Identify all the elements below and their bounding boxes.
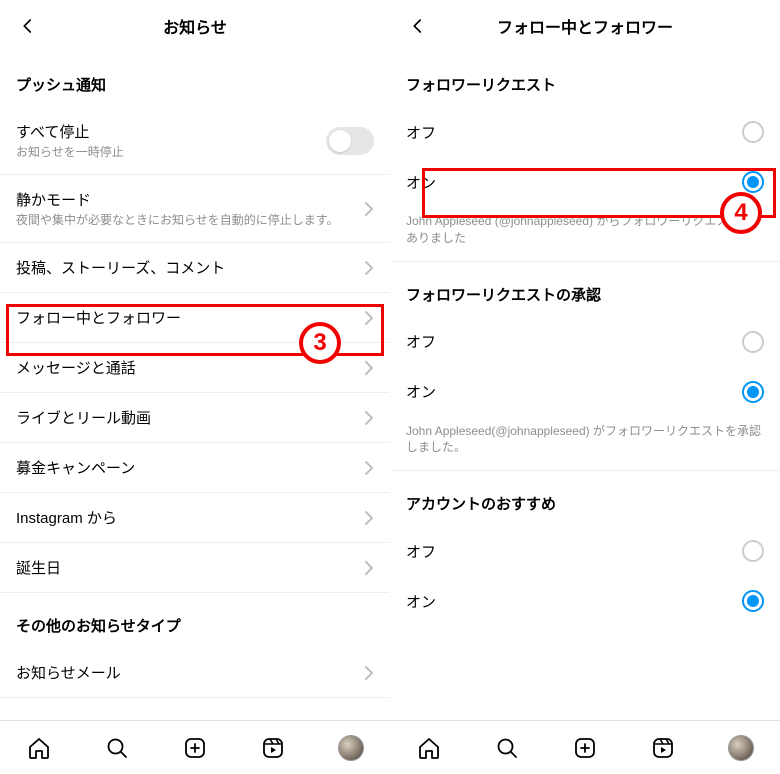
pause-all-toggle[interactable] (326, 127, 374, 155)
row-quiet-mode[interactable]: 静かモード 夜間や集中が必要なときにお知らせを自動的に停止します。 (0, 175, 390, 243)
radio-row-suggest-off[interactable]: オフ (390, 526, 780, 576)
option-label-off: オフ (406, 541, 742, 562)
search-tab[interactable] (494, 735, 520, 761)
back-button[interactable] (402, 10, 434, 42)
reels-tab[interactable] (650, 735, 676, 761)
radio-row-suggest-on[interactable]: オン (390, 576, 780, 626)
page-title: お知らせ (0, 14, 390, 38)
chevron-right-icon (364, 260, 374, 276)
home-tab[interactable] (26, 735, 52, 761)
radio-row-follower-req-on[interactable]: オン (390, 157, 780, 207)
tabbar-left (0, 720, 390, 774)
left-header: お知らせ (0, 0, 390, 52)
chevron-right-icon (364, 510, 374, 526)
home-tab[interactable] (416, 735, 442, 761)
tabbar-right (390, 720, 780, 774)
section-request-approval: フォロワーリクエストの承認 (390, 262, 780, 317)
option-label-on: オン (406, 591, 742, 612)
row-posts-stories[interactable]: 投稿、ストーリーズ、コメント (0, 243, 390, 293)
option-label-on: オン (406, 381, 742, 402)
chevron-left-icon (409, 17, 427, 35)
create-tab[interactable] (182, 735, 208, 761)
footer (0, 720, 780, 774)
row-from-instagram[interactable]: Instagram から (0, 493, 390, 543)
row-fundraising[interactable]: 募金キャンペーン (0, 443, 390, 493)
section-account-suggestions: アカウントのおすすめ (390, 471, 780, 526)
chevron-right-icon (364, 201, 374, 217)
approval-desc: John Appleseed(@johnappleseed) がフォロワーリクエ… (390, 417, 780, 472)
chevron-right-icon (364, 410, 374, 426)
search-icon (105, 736, 129, 760)
chevron-right-icon (364, 360, 374, 376)
home-icon (417, 736, 441, 760)
pause-all-label: すべて停止 (16, 121, 326, 142)
row-pause-all[interactable]: すべて停止 お知らせを一時停止 (0, 107, 390, 175)
quiet-mode-label: 静かモード (16, 189, 356, 210)
screen-notifications: お知らせ プッシュ通知 すべて停止 お知らせを一時停止 静かモード 夜間や集中が… (0, 0, 390, 720)
row-live-reels[interactable]: ライブとリール動画 (0, 393, 390, 443)
create-tab[interactable] (572, 735, 598, 761)
option-label-off: オフ (406, 331, 742, 352)
search-icon (495, 736, 519, 760)
option-label-off: オフ (406, 122, 742, 143)
row-label: お知らせメール (16, 662, 356, 683)
radio-on[interactable] (742, 590, 764, 612)
home-icon (27, 736, 51, 760)
row-birthdays[interactable]: 誕生日 (0, 543, 390, 593)
avatar-icon (728, 735, 754, 761)
radio-off[interactable] (742, 540, 764, 562)
row-label: 投稿、ストーリーズ、コメント (16, 257, 356, 278)
chevron-right-icon (364, 665, 374, 681)
row-following-followers[interactable]: フォロー中とフォロワー (0, 293, 390, 343)
row-label: 募金キャンペーン (16, 457, 356, 478)
row-label: ライブとリール動画 (16, 407, 356, 428)
profile-tab[interactable] (728, 735, 754, 761)
page-title: フォロー中とフォロワー (390, 14, 780, 38)
radio-row-follower-req-off[interactable]: オフ (390, 107, 780, 157)
search-tab[interactable] (104, 735, 130, 761)
radio-on[interactable] (742, 171, 764, 193)
plus-square-icon (183, 736, 207, 760)
row-label: 誕生日 (16, 557, 356, 578)
pause-all-sub: お知らせを一時停止 (16, 144, 326, 160)
screen-following-followers: フォロー中とフォロワー フォロワーリクエスト オフ オン John Apples… (390, 0, 780, 720)
radio-row-approval-on[interactable]: オン (390, 367, 780, 417)
follower-req-desc: John Appleseed (@johnappleseed) からフォロワーリ… (390, 207, 780, 262)
option-label-on: オン (406, 172, 742, 193)
radio-on[interactable] (742, 381, 764, 403)
radio-off[interactable] (742, 331, 764, 353)
chevron-right-icon (364, 560, 374, 576)
avatar-icon (338, 735, 364, 761)
chevron-left-icon (19, 17, 37, 35)
quiet-mode-sub: 夜間や集中が必要なときにお知らせを自動的に停止します。 (16, 212, 356, 228)
chevron-right-icon (364, 460, 374, 476)
row-label: メッセージと通話 (16, 357, 356, 378)
chevron-right-icon (364, 310, 374, 326)
reels-icon (651, 736, 675, 760)
profile-tab[interactable] (338, 735, 364, 761)
plus-square-icon (573, 736, 597, 760)
row-label: フォロー中とフォロワー (16, 307, 356, 328)
reels-icon (261, 736, 285, 760)
radio-off[interactable] (742, 121, 764, 143)
row-email-notifications[interactable]: お知らせメール (0, 648, 390, 698)
section-follower-requests: フォロワーリクエスト (390, 52, 780, 107)
right-header: フォロー中とフォロワー (390, 0, 780, 52)
row-messages-calls[interactable]: メッセージと通話 (0, 343, 390, 393)
row-label: Instagram から (16, 507, 356, 528)
back-button[interactable] (12, 10, 44, 42)
reels-tab[interactable] (260, 735, 286, 761)
section-push: プッシュ通知 (0, 52, 390, 107)
radio-row-approval-off[interactable]: オフ (390, 317, 780, 367)
section-other: その他のお知らせタイプ (0, 593, 390, 648)
